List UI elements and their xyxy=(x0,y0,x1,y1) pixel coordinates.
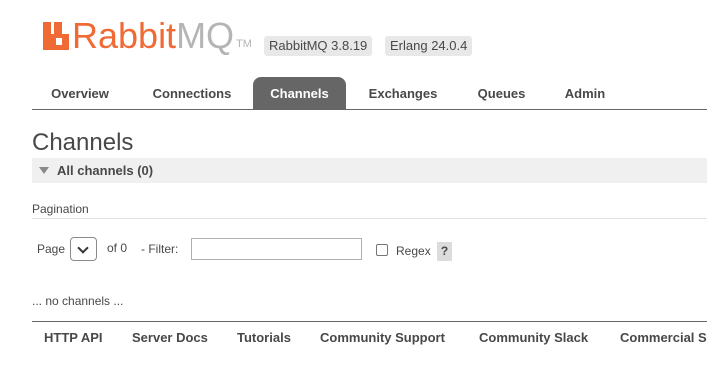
rabbitmq-logo-icon xyxy=(43,22,69,50)
page-label: Page xyxy=(37,242,66,256)
rabbitmq-logo: RabbitMQ TM xyxy=(43,16,252,56)
footer-divider xyxy=(32,321,707,322)
page-select[interactable] xyxy=(70,237,97,261)
regex-label: Regex xyxy=(396,244,431,258)
logo-text-mq: MQ xyxy=(176,15,235,56)
app-root: RabbitMQ TM RabbitMQ 3.8.19 Erlang 24.0.… xyxy=(0,0,707,375)
logo-wordmark: RabbitMQ xyxy=(72,16,234,56)
footer-link-commercial-support[interactable]: Commercial Support xyxy=(620,330,707,345)
tab-queues[interactable]: Queues xyxy=(464,77,539,109)
regex-help-button[interactable]: ? xyxy=(437,242,452,261)
page-title: Channels xyxy=(32,129,134,156)
page-count-label: of 0 xyxy=(107,241,128,255)
footer-link-http-api[interactable]: HTTP API xyxy=(44,330,103,345)
footer-link-tutorials[interactable]: Tutorials xyxy=(237,330,291,345)
tab-connections[interactable]: Connections xyxy=(134,77,250,109)
collapse-arrow-icon[interactable] xyxy=(39,167,49,174)
chevron-down-icon xyxy=(77,242,89,254)
tab-channels[interactable]: Channels xyxy=(253,77,346,109)
logo-text-rabbit: Rabbit xyxy=(72,15,177,56)
tab-admin[interactable]: Admin xyxy=(550,77,620,109)
main-nav-tabs: Overview Connections Channels Exchanges … xyxy=(32,77,707,110)
rabbitmq-version-badge: RabbitMQ 3.8.19 xyxy=(264,36,373,56)
footer-link-community-support[interactable]: Community Support xyxy=(320,330,445,345)
all-channels-section-header[interactable]: All channels (0) xyxy=(32,158,707,183)
footer-link-community-slack[interactable]: Community Slack xyxy=(479,330,588,345)
erlang-version-badge: Erlang 24.0.4 xyxy=(385,36,473,56)
pagination-divider xyxy=(32,218,707,219)
tab-exchanges[interactable]: Exchanges xyxy=(354,77,452,109)
regex-checkbox[interactable] xyxy=(376,244,388,256)
section-title: All channels (0) xyxy=(57,163,154,178)
filter-label: - Filter: xyxy=(141,242,179,256)
tab-overview[interactable]: Overview xyxy=(34,77,126,109)
trademark-symbol: TM xyxy=(236,38,252,50)
filter-input[interactable] xyxy=(191,238,362,260)
pagination-heading: Pagination xyxy=(32,202,89,216)
empty-state-message: ... no channels ... xyxy=(32,294,124,308)
footer-link-server-docs[interactable]: Server Docs xyxy=(132,330,208,345)
